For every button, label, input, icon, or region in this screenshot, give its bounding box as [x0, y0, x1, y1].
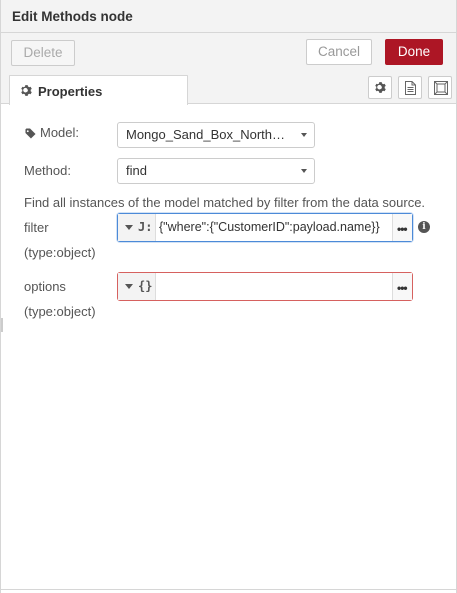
delete-button[interactable]: Delete: [11, 40, 75, 66]
tab-properties-label: Properties: [38, 84, 103, 99]
gear-icon: [21, 85, 32, 96]
model-select[interactable]: Mongo_Sand_Box_NorthWi...: [117, 122, 315, 148]
options-type-hint: (type:object): [24, 304, 96, 319]
filter-label: filter: [24, 220, 49, 235]
footer-divider: [1, 589, 456, 590]
options-typed-input[interactable]: {} •••: [117, 272, 413, 301]
cancel-button[interactable]: Cancel: [306, 39, 372, 65]
model-select-value: Mongo_Sand_Box_NorthWi...: [126, 127, 294, 142]
chevron-down-icon: [125, 225, 133, 230]
chevron-down-icon: [301, 133, 307, 137]
tray-header: Edit Methods node: [1, 0, 456, 33]
ellipsis-icon: •••: [397, 222, 408, 236]
filter-typed-input[interactable]: J: {"where":{"CustomerID":payload.name}}…: [117, 213, 413, 242]
tag-icon: [25, 128, 36, 139]
method-description: Find all instances of the model matched …: [24, 195, 426, 210]
object-type-icon: {}: [138, 279, 153, 293]
method-label: Method:: [24, 163, 71, 178]
filter-expand-button[interactable]: •••: [392, 214, 412, 241]
options-label: options: [24, 279, 66, 294]
resize-handle[interactable]: [1, 318, 3, 332]
options-expand-button[interactable]: •••: [392, 273, 412, 300]
filter-value[interactable]: {"where":{"CustomerID":payload.name}}: [159, 220, 380, 234]
json-type-icon: J:: [138, 220, 153, 234]
tab-properties[interactable]: Properties: [9, 75, 188, 105]
options-type-select[interactable]: {}: [118, 273, 156, 300]
tabs-bar: Properties: [1, 72, 456, 105]
node-appearance-button[interactable]: [428, 76, 452, 99]
model-label: Model:: [40, 125, 80, 140]
node-settings-button[interactable]: [368, 76, 392, 99]
filter-type-select[interactable]: J:: [118, 214, 156, 241]
ellipsis-icon: •••: [397, 281, 408, 295]
tray-toolbar: Delete Cancel Done: [1, 33, 456, 72]
node-description-button[interactable]: [398, 76, 422, 99]
edit-tray: Edit Methods node Delete Cancel Done Pro…: [0, 0, 457, 593]
description-icon: [405, 81, 416, 95]
tray-title: Edit Methods node: [12, 9, 133, 24]
appearance-icon: [434, 81, 448, 95]
gear-icon: [375, 82, 386, 93]
method-select-value: find: [126, 163, 147, 178]
info-icon[interactable]: i: [418, 221, 430, 233]
done-button[interactable]: Done: [385, 39, 443, 65]
filter-type-hint: (type:object): [24, 245, 96, 260]
method-select[interactable]: find: [117, 158, 315, 184]
chevron-down-icon: [125, 284, 133, 289]
chevron-down-icon: [301, 169, 307, 173]
